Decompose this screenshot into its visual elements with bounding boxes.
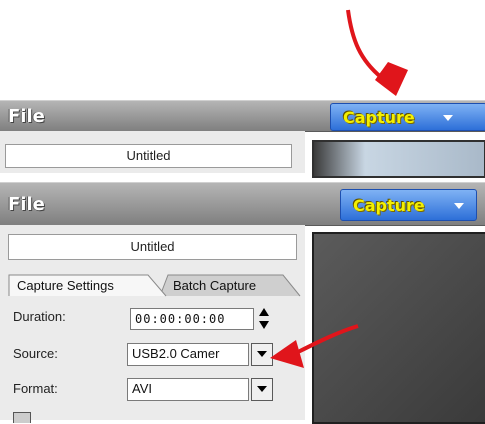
project-title-field[interactable]: Untitled bbox=[8, 234, 297, 260]
bottom-menu-bar: File Capture bbox=[0, 182, 485, 226]
annotation-arrow-top bbox=[346, 9, 408, 96]
preview-window bbox=[312, 140, 485, 178]
checkbox[interactable] bbox=[13, 412, 31, 423]
tab-batch-capture[interactable]: Batch Capture bbox=[173, 278, 256, 293]
chevron-down-icon bbox=[454, 203, 464, 209]
capture-menu-button[interactable]: Capture bbox=[340, 189, 477, 221]
spin-up-icon[interactable] bbox=[259, 308, 269, 316]
chevron-down-icon bbox=[257, 386, 267, 392]
project-title-field[interactable]: Untitled bbox=[5, 144, 292, 168]
file-menu[interactable]: File bbox=[8, 194, 45, 215]
annotation-arrow-source bbox=[270, 324, 359, 368]
capture-menu-label: Capture bbox=[343, 108, 415, 127]
chevron-down-icon bbox=[443, 115, 453, 121]
format-label: Format: bbox=[13, 381, 58, 396]
source-select[interactable]: USB2.0 Camer bbox=[127, 343, 249, 366]
top-menu-bar: File Capture bbox=[0, 100, 485, 132]
format-select[interactable]: AVI bbox=[127, 378, 249, 401]
format-dropdown-button[interactable] bbox=[251, 378, 273, 401]
file-menu[interactable]: File bbox=[8, 106, 45, 127]
duration-label: Duration: bbox=[13, 309, 66, 324]
source-label: Source: bbox=[13, 346, 58, 361]
duration-input[interactable]: 00:00:00:00 bbox=[130, 308, 254, 330]
chevron-down-icon bbox=[257, 351, 267, 357]
capture-menu-button[interactable]: Capture bbox=[330, 103, 485, 131]
capture-menu-label: Capture bbox=[353, 196, 425, 215]
tab-capture-settings[interactable]: Capture Settings bbox=[17, 278, 114, 293]
